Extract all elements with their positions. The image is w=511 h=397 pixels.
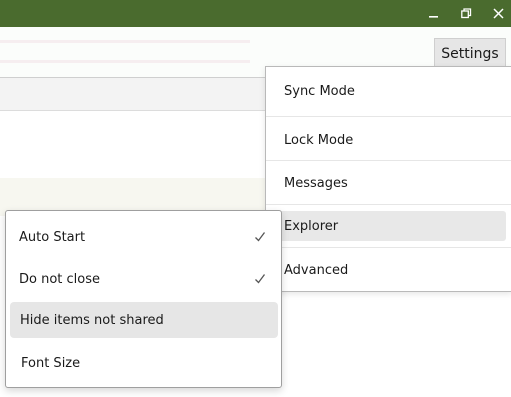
option-label: Hide items not shared [20,312,164,328]
menu-item-label: Explorer [284,218,339,234]
option-label: Do not close [19,271,101,287]
option-label: Auto Start [19,229,86,245]
minimize-button[interactable] [419,0,449,27]
menu-item-label: Messages [284,175,348,191]
option-hide-items-not-shared[interactable]: Hide items not shared [10,302,278,338]
checkmark-icon [253,230,267,244]
close-button[interactable] [483,0,511,27]
menu-divider [266,204,511,205]
restore-button[interactable] [451,0,481,27]
menu-item-explorer[interactable]: Explorer [274,211,506,241]
menu-item-advanced[interactable]: Advanced [266,248,511,292]
explorer-options-menu: Auto Start Do not close Hide items not s… [5,210,282,388]
restore-icon [460,8,472,19]
menu-item-label: Advanced [284,262,349,278]
menu-divider [266,116,511,117]
menu-item-label: Sync Mode [284,83,355,99]
option-font-size[interactable]: Font Size [6,342,281,384]
close-icon [492,8,504,19]
toolbar-divider [0,40,250,43]
menu-item-messages[interactable]: Messages [266,161,511,205]
checkmark-icon [253,272,267,286]
option-do-not-close[interactable]: Do not close [6,258,281,300]
settings-button[interactable]: Settings [434,38,506,68]
menu-item-label: Lock Mode [284,132,354,148]
settings-menu: Sync Mode Lock Mode Messages Explorer Ad… [265,66,511,292]
toolbar-divider [0,60,250,63]
title-bar [0,0,511,27]
menu-item-sync-mode[interactable]: Sync Mode [266,69,511,113]
option-auto-start[interactable]: Auto Start [6,216,281,258]
app-window: Settings Sync Mode Lock Mode Messages Ex… [0,0,511,397]
minimize-icon [429,9,439,19]
option-label: Font Size [21,355,81,371]
menu-item-lock-mode[interactable]: Lock Mode [266,118,511,162]
